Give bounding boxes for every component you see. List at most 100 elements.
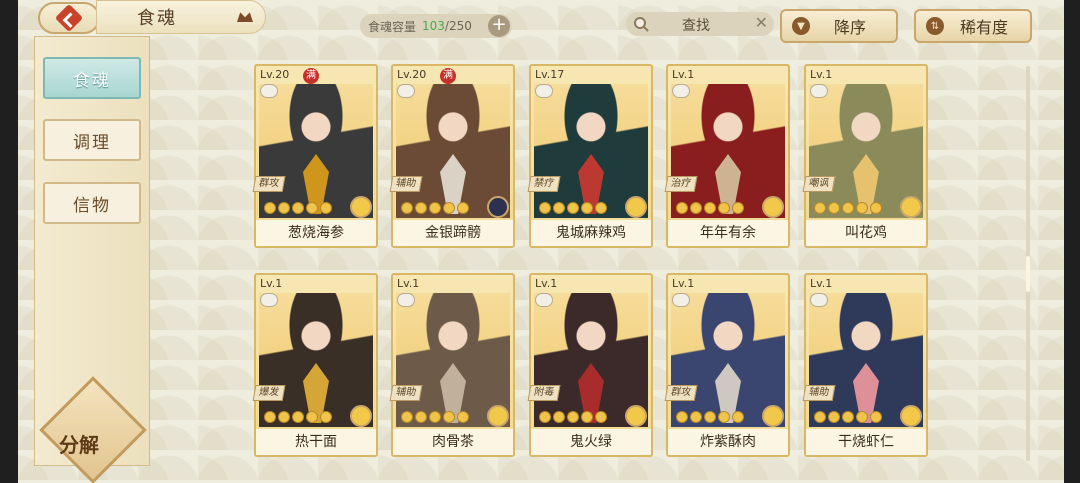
star-rating [814, 202, 882, 214]
food-soul-card[interactable]: Lv.1 群攻 炸紫酥肉 [664, 273, 790, 457]
food-soul-card[interactable]: Lv.1 嘲讽 叫花鸡 [802, 64, 928, 248]
star-rating [676, 202, 744, 214]
element-gem-icon [487, 196, 509, 218]
card-name: 金银蹄髈 [393, 220, 513, 246]
star-icon [732, 202, 744, 214]
back-button[interactable] [38, 2, 100, 34]
search-box[interactable]: 查找 ✕ [626, 12, 774, 36]
star-icon [567, 202, 579, 214]
star-icon [828, 202, 840, 214]
lock-toggle-icon[interactable] [260, 293, 278, 307]
star-rating [814, 411, 882, 423]
element-gem-icon [625, 196, 647, 218]
star-rating [539, 202, 607, 214]
star-icon [553, 202, 565, 214]
sort-order-button[interactable]: ▼ 降序 [780, 9, 898, 43]
lock-toggle-icon[interactable] [672, 84, 690, 98]
star-icon [718, 202, 730, 214]
element-gem-icon [350, 196, 372, 218]
sidebar: 食魂 调理 信物 分解 [34, 36, 150, 483]
level-label: Lv.20 [397, 68, 427, 81]
star-icon [264, 202, 276, 214]
star-icon [704, 411, 716, 423]
food-soul-card[interactable]: Lv.20 满群攻 葱烧海参 [252, 64, 378, 248]
star-icon [306, 202, 318, 214]
star-icon [842, 411, 854, 423]
star-icon [870, 411, 882, 423]
card-name: 鬼火绿 [531, 429, 651, 455]
lock-toggle-icon[interactable] [535, 84, 553, 98]
role-tag: 附毒 [527, 385, 561, 401]
star-icon [595, 411, 607, 423]
star-icon [443, 411, 455, 423]
food-soul-card[interactable]: Lv.1 附毒鬼火绿 [527, 273, 653, 457]
star-icon [842, 202, 854, 214]
role-tag: 嘲讽 [802, 176, 836, 192]
level-label: Lv.1 [535, 277, 558, 290]
capacity-display: 食魂容量 103 /250 + [360, 14, 512, 38]
level-label: Lv.17 [535, 68, 565, 81]
clear-search-icon[interactable]: ✕ [755, 13, 768, 32]
star-icon [292, 202, 304, 214]
card-name: 干烧虾仁 [806, 429, 926, 455]
star-icon [814, 411, 826, 423]
star-icon [539, 202, 551, 214]
lock-toggle-icon[interactable] [810, 293, 828, 307]
element-gem-icon [900, 405, 922, 427]
star-rating [401, 411, 469, 423]
level-label: Lv.20 [260, 68, 290, 81]
star-rating [676, 411, 744, 423]
sort-rarity-button[interactable]: ⇅ 稀有度 [914, 9, 1032, 43]
max-level-badge: 满 [440, 68, 456, 84]
search-input[interactable]: 查找 [682, 15, 710, 35]
star-rating [264, 202, 332, 214]
star-rating [539, 411, 607, 423]
card-name: 叫花鸡 [806, 220, 926, 246]
swap-icon: ⇅ [926, 17, 944, 35]
card-name: 鬼城麻辣鸡 [531, 220, 651, 246]
lock-toggle-icon[interactable] [397, 293, 415, 307]
card-name: 肉骨茶 [393, 429, 513, 455]
role-tag: 治疗 [664, 176, 698, 192]
level-label: Lv.1 [260, 277, 283, 290]
lock-toggle-icon[interactable] [535, 293, 553, 307]
star-icon [429, 411, 441, 423]
role-tag: 群攻 [252, 176, 286, 192]
star-icon [320, 411, 332, 423]
star-icon [539, 411, 551, 423]
food-soul-card[interactable]: Lv.1 辅助 肉骨茶 [389, 273, 515, 457]
lock-toggle-icon[interactable] [260, 84, 278, 98]
capacity-current: 103 [422, 19, 445, 33]
lock-toggle-icon[interactable] [397, 84, 415, 98]
star-icon [676, 202, 688, 214]
top-bar: 食魂 食魂容量 103 /250 + 查找 ✕ ▼ 降序 ⇅ 稀有度 [18, 0, 1064, 44]
food-soul-card[interactable]: Lv.17 禁疗 鬼城麻辣鸡 [527, 64, 653, 248]
role-tag: 辅助 [802, 385, 836, 401]
star-icon [870, 202, 882, 214]
card-name: 年年有余 [668, 220, 788, 246]
add-capacity-button[interactable]: + [488, 15, 510, 37]
tab-token[interactable]: 信物 [43, 182, 141, 224]
capacity-label: 食魂容量 [368, 19, 417, 34]
food-soul-card[interactable]: Lv.1 治疗 年年有余 [664, 64, 790, 248]
element-gem-icon [487, 405, 509, 427]
star-icon [401, 202, 413, 214]
food-soul-card[interactable]: Lv.1 爆发 热干面 [252, 273, 378, 457]
lock-toggle-icon[interactable] [672, 293, 690, 307]
star-icon [264, 411, 276, 423]
star-icon [457, 411, 469, 423]
food-soul-card[interactable]: Lv.1 辅助 干烧虾仁 [802, 273, 928, 457]
element-gem-icon [900, 196, 922, 218]
star-icon [732, 411, 744, 423]
star-icon [828, 411, 840, 423]
star-icon [292, 411, 304, 423]
star-icon [278, 202, 290, 214]
tab-food-soul[interactable]: 食魂 [43, 57, 141, 99]
food-soul-card[interactable]: Lv.20 满辅助 金银蹄髈 [389, 64, 515, 248]
lock-toggle-icon[interactable] [810, 84, 828, 98]
tab-seasoning[interactable]: 调理 [43, 119, 141, 161]
element-gem-icon [350, 405, 372, 427]
capacity-max: /250 [444, 19, 472, 33]
sort-order-label: 降序 [833, 18, 866, 37]
scrollbar-thumb[interactable] [1026, 256, 1030, 292]
